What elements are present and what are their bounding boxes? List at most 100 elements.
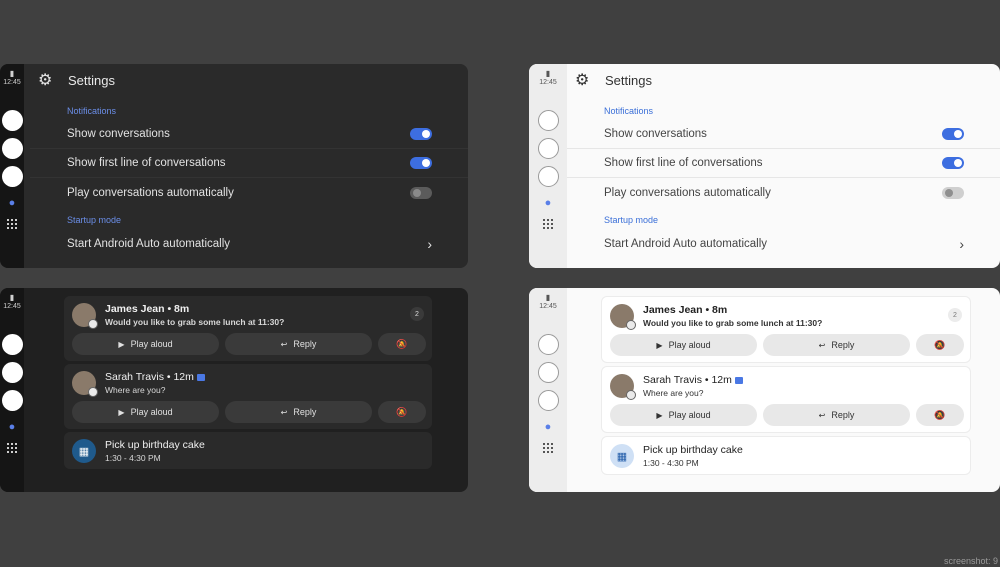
chevron-right-icon: › xyxy=(427,235,432,252)
setting-show-conversations[interactable]: Show conversations xyxy=(567,120,1000,149)
mic-icon[interactable]: ● xyxy=(9,197,16,209)
section-startup: Startup mode xyxy=(604,215,659,225)
toggle-switch[interactable] xyxy=(942,186,964,199)
reply-button[interactable]: ↩ Reply xyxy=(763,334,910,356)
setting-label: Play conversations automatically xyxy=(67,186,234,199)
mic-icon[interactable]: ● xyxy=(9,421,16,433)
mute-button[interactable]: 🔕 xyxy=(916,334,964,356)
button-label: Play aloud xyxy=(130,407,173,417)
bell-off-icon: 🔕 xyxy=(396,406,408,417)
avatar xyxy=(72,371,98,397)
setting-label: Show first line of conversations xyxy=(604,157,763,169)
app-shortcut-3[interactable] xyxy=(1,166,23,187)
section-startup: Startup mode xyxy=(67,215,122,225)
notification-card-calendar[interactable]: ▦ Pick up birthday cake 1:30 - 4:30 PM xyxy=(64,432,432,469)
app-grid-icon[interactable] xyxy=(543,443,553,453)
app-shortcut-1[interactable] xyxy=(537,110,559,131)
play-aloud-button[interactable]: ▶ Play aloud xyxy=(72,333,219,355)
light-settings-panel: ▮ 12:45 ● ⚙ Settings Notifications Show … xyxy=(529,64,1000,268)
app-shortcut-3[interactable] xyxy=(537,390,559,411)
setting-show-conversations[interactable]: Show conversations xyxy=(30,120,468,149)
status-clock: ▮ 12:45 xyxy=(539,69,557,87)
setting-start-android-auto[interactable]: Start Android Auto automatically › xyxy=(567,229,1000,258)
battery-icon: ▮ xyxy=(545,69,551,78)
gear-icon: ⚙ xyxy=(38,72,53,89)
unread-count-badge: 2 xyxy=(948,308,962,322)
mic-icon[interactable]: ● xyxy=(545,197,552,209)
section-notifications: Notifications xyxy=(604,106,654,116)
app-grid-icon[interactable] xyxy=(7,219,17,229)
message-preview: Would you like to grab some lunch at 11:… xyxy=(105,317,285,327)
toggle-switch[interactable] xyxy=(410,157,432,169)
bell-off-icon: 🔕 xyxy=(934,339,946,350)
mute-button[interactable]: 🔕 xyxy=(916,404,964,426)
setting-label: Start Android Auto automatically xyxy=(604,237,768,250)
toggle-switch[interactable] xyxy=(410,186,432,199)
app-shortcut-2[interactable] xyxy=(1,362,23,383)
setting-show-first-line[interactable]: Show first line of conversations xyxy=(567,149,1000,178)
unread-count-badge: 2 xyxy=(410,307,424,321)
toggle-switch[interactable] xyxy=(942,157,964,169)
app-shortcut-2[interactable] xyxy=(537,138,559,159)
app-shortcut-1[interactable] xyxy=(537,334,559,355)
toggle-switch[interactable] xyxy=(942,128,964,140)
app-shortcut-2[interactable] xyxy=(537,362,559,383)
play-aloud-button[interactable]: ▶ Play aloud xyxy=(610,404,757,426)
sender-name: Sarah Travis • 12m xyxy=(643,374,743,386)
nav-rail: ▮ 12:45 ● xyxy=(0,288,24,492)
setting-label: Show conversations xyxy=(67,128,170,140)
bell-off-icon: 🔕 xyxy=(396,338,408,349)
reply-button[interactable]: ↩ Reply xyxy=(225,401,372,423)
app-grid-icon[interactable] xyxy=(543,219,553,229)
app-shortcut-2[interactable] xyxy=(1,138,23,159)
notification-card-sarah[interactable]: Sarah Travis • 12m Where are you? ▶ Play … xyxy=(64,364,432,429)
reply-button[interactable]: ↩ Reply xyxy=(225,333,372,355)
notification-list: James Jean • 8m Would you like to grab s… xyxy=(601,296,971,492)
mute-button[interactable]: 🔕 xyxy=(378,333,426,355)
toggle-switch[interactable] xyxy=(410,128,432,140)
app-shortcut-1[interactable] xyxy=(1,334,23,355)
play-aloud-button[interactable]: ▶ Play aloud xyxy=(72,401,219,423)
notification-card-james[interactable]: James Jean • 8m Would you like to grab s… xyxy=(601,296,971,363)
reply-icon: ↩ xyxy=(818,340,826,350)
app-grid-icon[interactable] xyxy=(7,443,17,453)
work-badge-icon xyxy=(734,376,743,384)
button-label: Play aloud xyxy=(668,410,711,420)
status-clock: ▮ 12:45 xyxy=(3,69,21,87)
settings-header: ⚙ Settings xyxy=(30,64,468,96)
reply-button[interactable]: ↩ Reply xyxy=(763,404,910,426)
button-label: Reply xyxy=(831,340,855,350)
dark-settings-panel: ▮ 12:45 ● ⚙ Settings Notifications Show … xyxy=(0,64,468,268)
setting-play-automatically[interactable]: Play conversations automatically xyxy=(567,178,1000,207)
section-notifications: Notifications xyxy=(67,106,117,116)
notification-card-sarah[interactable]: Sarah Travis • 12m Where are you? ▶ Play … xyxy=(601,366,971,433)
battery-icon: ▮ xyxy=(9,69,15,78)
button-label: Reply xyxy=(293,339,317,349)
app-shortcut-3[interactable] xyxy=(1,390,23,411)
avatar xyxy=(610,374,636,400)
reply-icon: ↩ xyxy=(280,339,288,349)
sender-name-text: Sarah Travis • 12m xyxy=(105,371,194,383)
mute-button[interactable]: 🔕 xyxy=(378,401,426,423)
play-icon: ▶ xyxy=(656,410,663,420)
setting-label: Play conversations automatically xyxy=(604,186,771,199)
mic-icon[interactable]: ● xyxy=(545,421,552,433)
message-preview: Would you like to grab some lunch at 11:… xyxy=(643,318,823,328)
setting-show-first-line[interactable]: Show first line of conversations xyxy=(30,149,468,178)
notification-list: James Jean • 8m Would you like to grab s… xyxy=(64,296,432,492)
app-shortcut-3[interactable] xyxy=(537,166,559,187)
avatar xyxy=(610,304,636,330)
event-time: 1:30 - 4:30 PM xyxy=(643,458,699,468)
play-aloud-button[interactable]: ▶ Play aloud xyxy=(610,334,757,356)
page-title: Settings xyxy=(68,72,115,88)
setting-label: Show first line of conversations xyxy=(67,157,226,169)
setting-play-automatically[interactable]: Play conversations automatically xyxy=(30,178,468,207)
button-label: Reply xyxy=(293,407,317,417)
dark-notification-panel: ▮ 12:45 ● James Jean • 8m Would you like… xyxy=(0,288,468,492)
event-time: 1:30 - 4:30 PM xyxy=(105,453,161,463)
notification-card-james[interactable]: James Jean • 8m Would you like to grab s… xyxy=(64,296,432,361)
app-shortcut-1[interactable] xyxy=(1,110,23,131)
notification-card-calendar[interactable]: ▦ Pick up birthday cake 1:30 - 4:30 PM xyxy=(601,436,971,475)
reply-icon: ↩ xyxy=(818,410,826,420)
setting-start-android-auto[interactable]: Start Android Auto automatically › xyxy=(30,229,468,258)
